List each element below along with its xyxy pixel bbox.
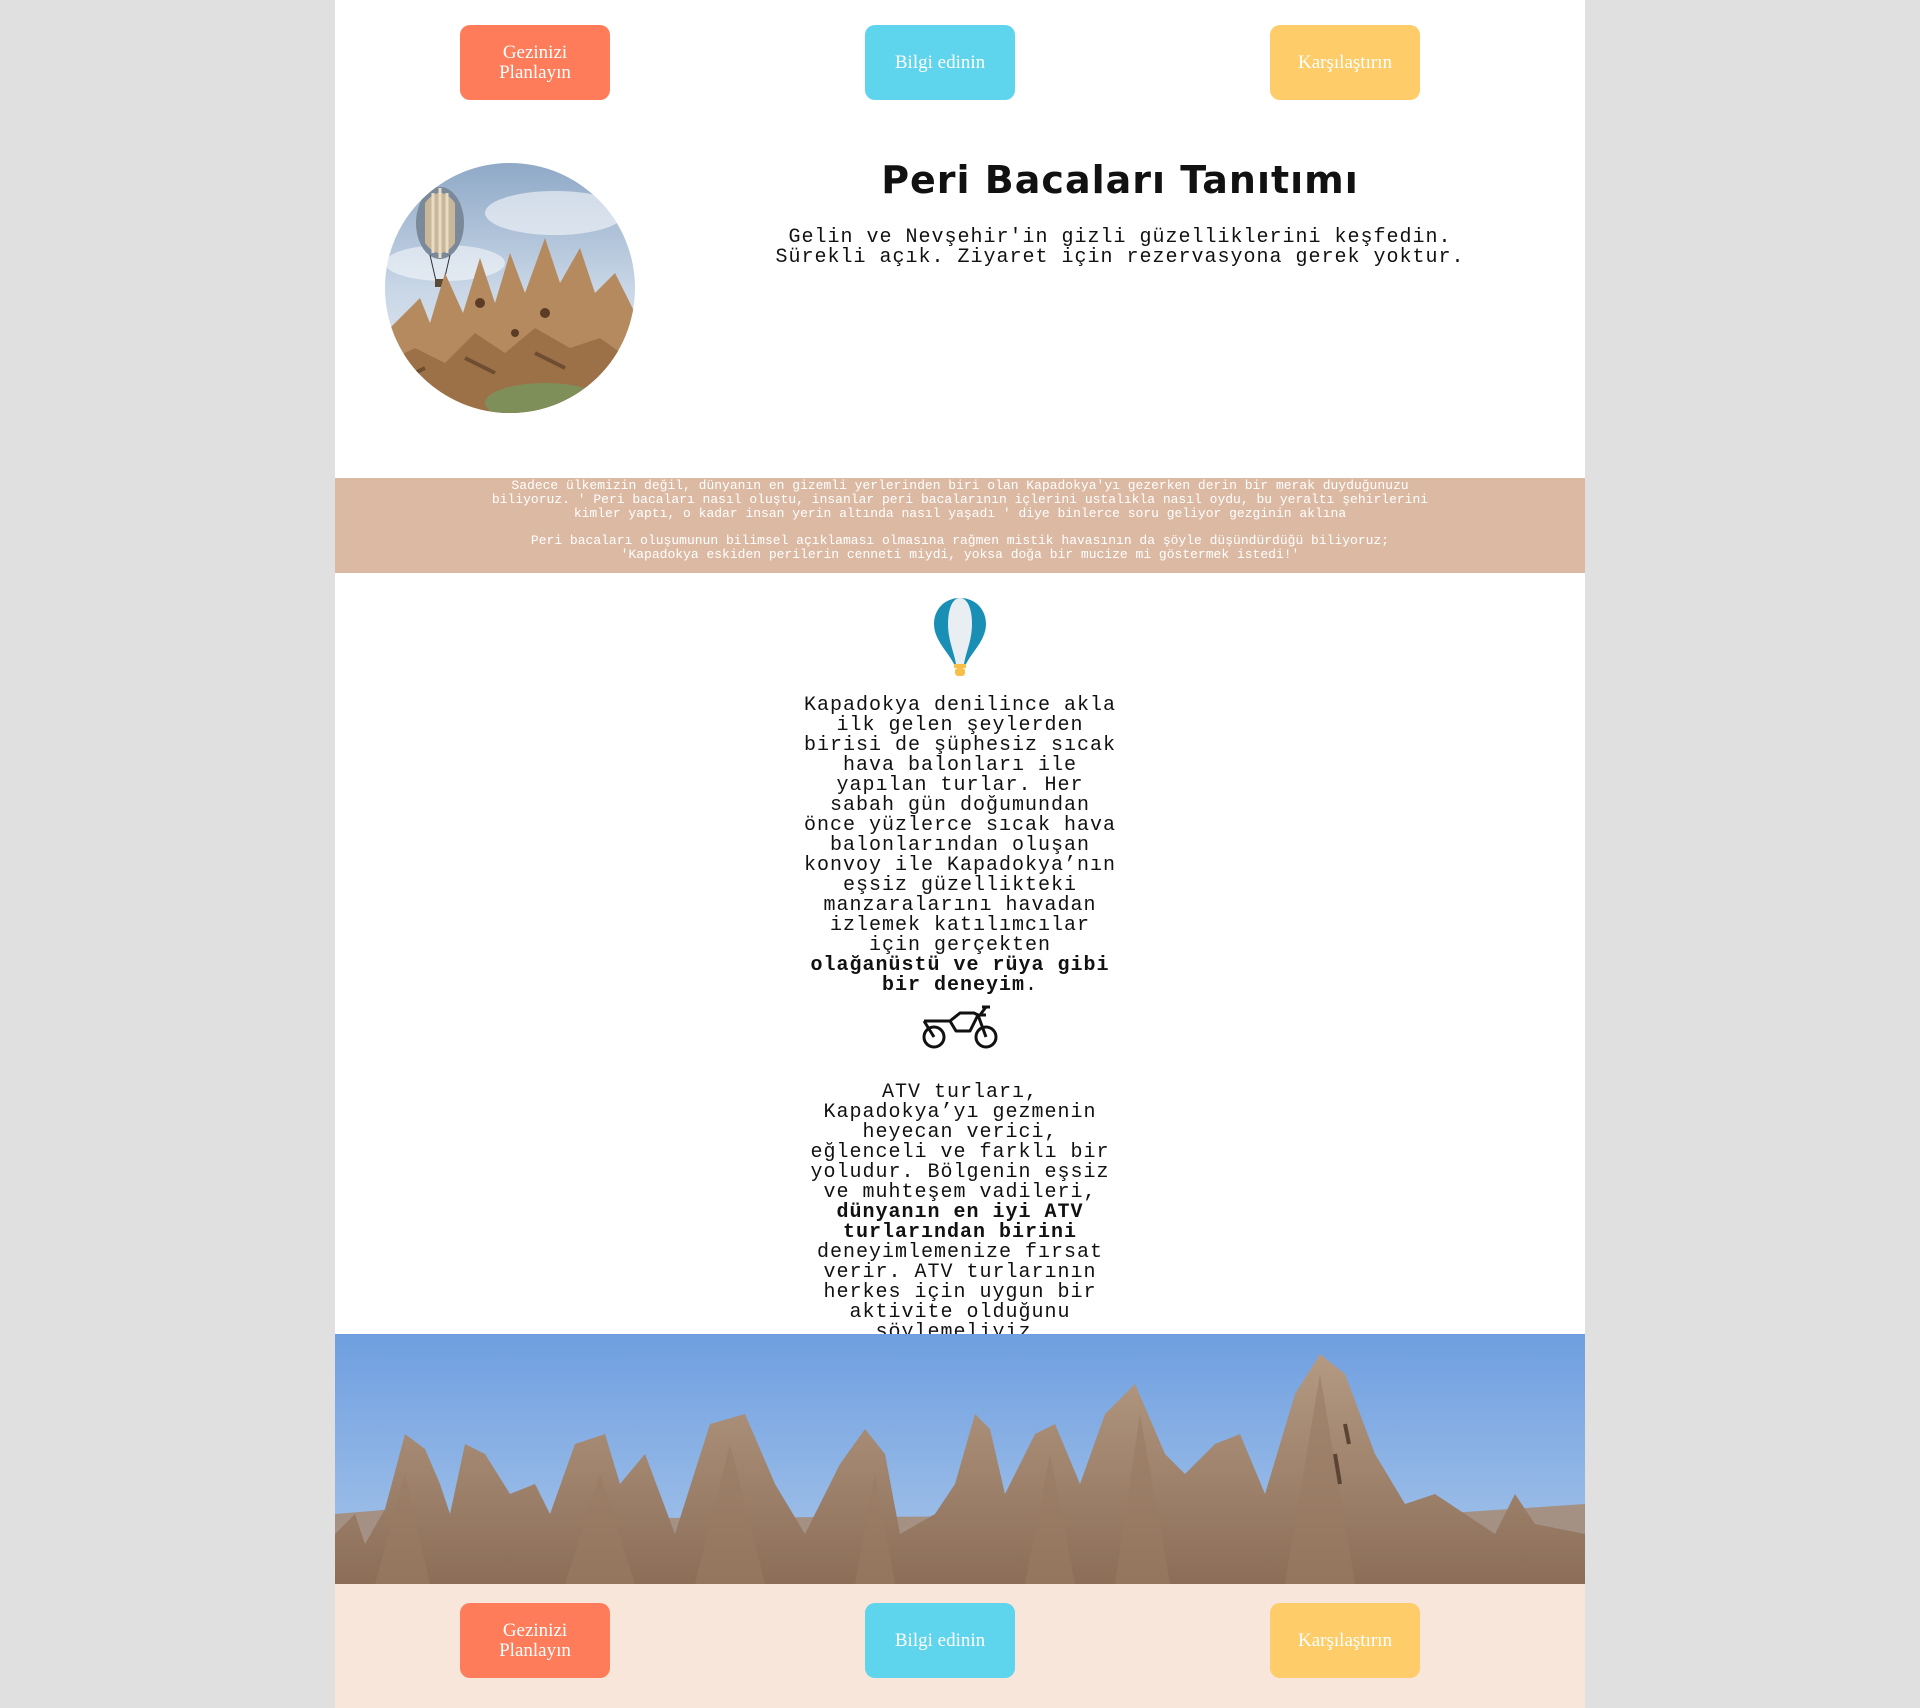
- atv-text-bold: dünyanın en iyi ATV turlarından birini: [836, 1201, 1084, 1244]
- bottom-nav: Gezinizi Planlayın Bilgi edinin Karşılaş…: [335, 1603, 1585, 1678]
- atv-text-end: deneyimlemenize fırsat verir. ATV turlar…: [816, 1241, 1104, 1344]
- learn-more-button[interactable]: Bilgi edinin: [865, 1603, 1015, 1678]
- banner-paragraph: Sadece ülkemizin değil, dünyanın en gize…: [491, 478, 1429, 521]
- banner-paragraph: Peri bacaları oluşumunun bilimsel açıkla…: [475, 534, 1445, 562]
- fairy-chimneys-landscape-image: [335, 1334, 1585, 1584]
- banner-line: 'Kapadokya eskiden perilerin cenneti miy…: [620, 547, 1300, 562]
- compare-button[interactable]: Karşılaştırın: [1270, 1603, 1420, 1678]
- subtitle-line: Sürekli açık. Ziyaret için rezervasyona …: [775, 246, 1465, 269]
- intro-banner: Sadece ülkemizin değil, dünyanın en gize…: [335, 478, 1585, 573]
- top-nav: Gezinizi Planlayın Bilgi edinin Karşılaş…: [335, 25, 1585, 100]
- balloon-text-bold: olağanüstü ve rüya gibi bir deneyim: [810, 954, 1110, 997]
- balloon-section: Kapadokya denilince akla ilk gelen şeyle…: [335, 590, 1585, 996]
- hot-air-balloon-icon: [932, 596, 988, 685]
- hero-image: [385, 163, 635, 413]
- banner-line: Peri bacaları oluşumunun bilimsel açıkla…: [530, 533, 1390, 548]
- balloon-text-start: Kapadokya denilince akla ilk gelen şeyle…: [803, 694, 1117, 957]
- subtitle-line: Gelin ve Nevşehir'in gizli güzelliklerin…: [788, 226, 1452, 249]
- motorcycle-icon: [920, 1001, 1000, 1056]
- plan-trip-button[interactable]: Gezinizi Planlayın: [460, 1603, 610, 1678]
- learn-more-button[interactable]: Bilgi edinin: [865, 25, 1015, 100]
- balloon-tour-text: Kapadokya denilince akla ilk gelen şeyle…: [800, 696, 1120, 996]
- atv-section: ATV turları, Kapadokya’yı gezmenin heyec…: [335, 995, 1585, 1343]
- page: Gezinizi Planlayın Bilgi edinin Karşılaş…: [335, 0, 1585, 1708]
- plan-trip-button[interactable]: Gezinizi Planlayın: [460, 25, 610, 100]
- page-title: Peri Bacaları Tanıtımı: [881, 158, 1359, 202]
- atv-text-start: ATV turları, Kapadokya’yı gezmenin heyec…: [810, 1081, 1110, 1204]
- balloon-text-end: .: [1025, 974, 1039, 997]
- atv-tour-text: ATV turları, Kapadokya’yı gezmenin heyec…: [800, 1083, 1120, 1343]
- page-subtitle: Gelin ve Nevşehir'in gizli güzelliklerin…: [775, 228, 1465, 268]
- compare-button[interactable]: Karşılaştırın: [1270, 25, 1420, 100]
